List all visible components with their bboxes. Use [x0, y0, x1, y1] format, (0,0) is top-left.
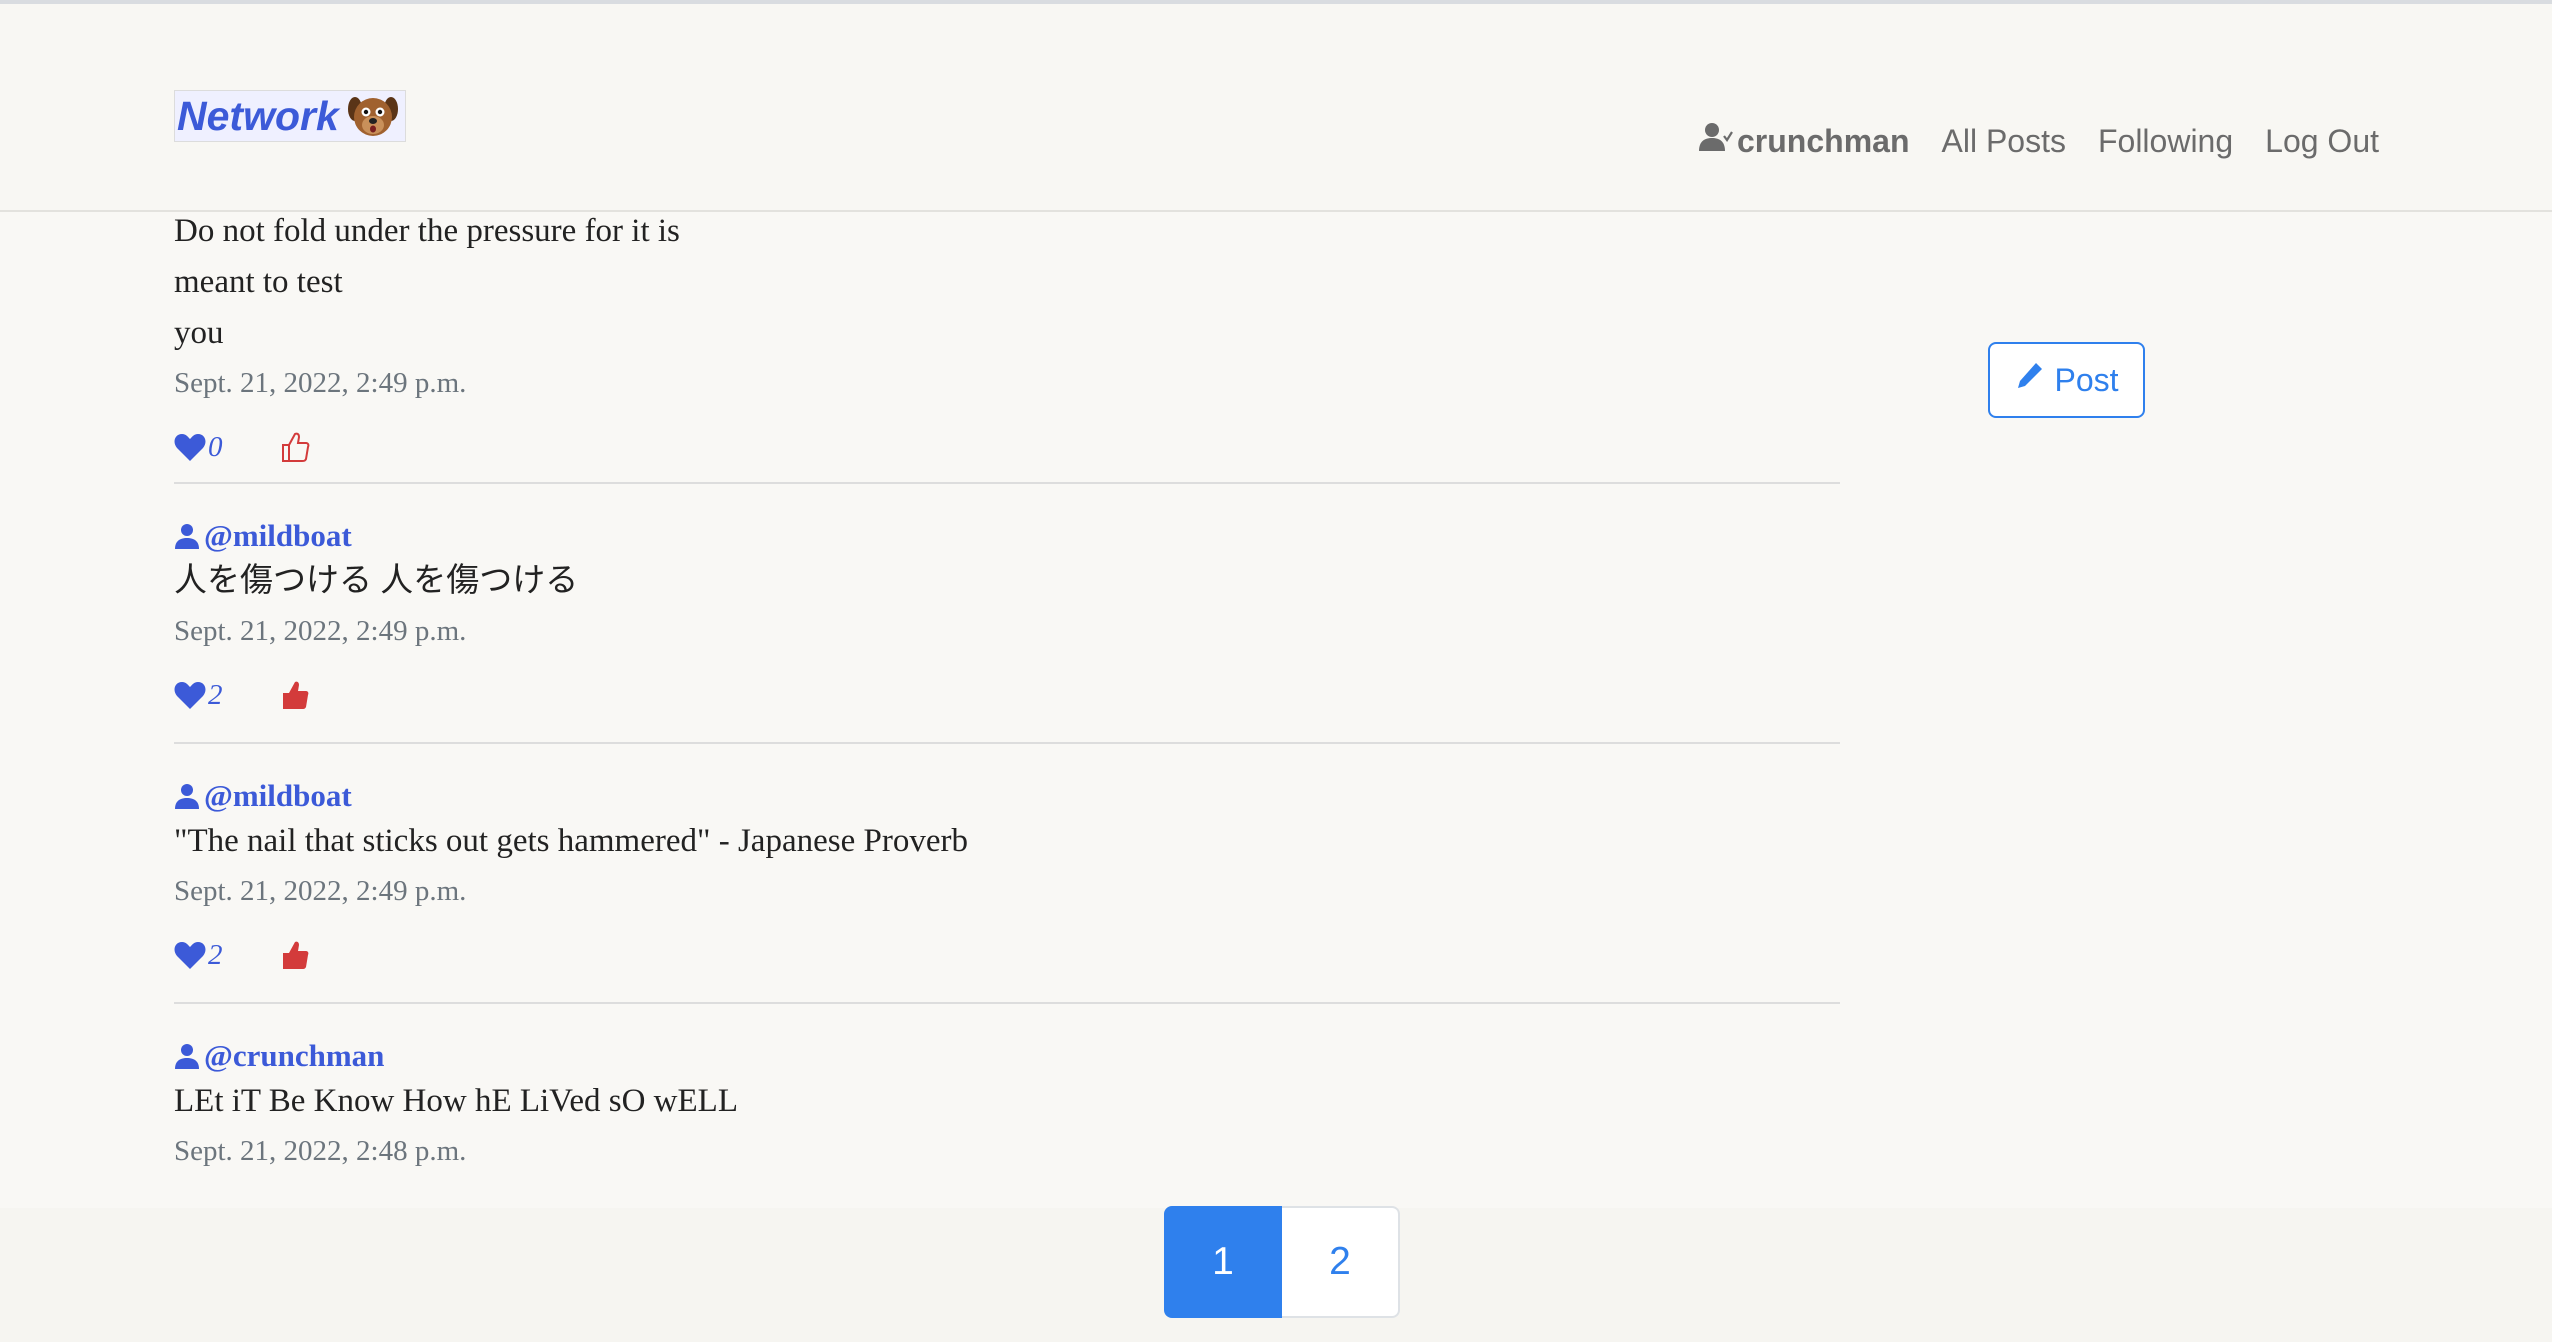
thumbs-up-filled-icon[interactable]	[280, 679, 310, 711]
post-actions: 0	[174, 419, 1840, 475]
page-1-button[interactable]: 1	[1164, 1206, 1282, 1318]
page-2-button[interactable]: 2	[1282, 1206, 1400, 1318]
post-content-line: you	[174, 315, 224, 351]
post-author-name: @crunchman	[204, 1038, 385, 1073]
post-content-line: "The nail that sticks out gets hammered"…	[174, 823, 968, 859]
post-date: Sept. 21, 2022, 2:48 p.m.	[174, 1135, 467, 1167]
post-actions: 2	[174, 667, 1840, 723]
post-content-line: meant to test	[174, 264, 343, 300]
current-username: crunchman	[1737, 122, 1910, 159]
like-count: 0	[208, 430, 223, 463]
pencil-icon	[2014, 361, 2044, 399]
post-content-line: Do not fold under the pressure for it is	[174, 213, 680, 249]
post-author[interactable]: @mildboat	[174, 516, 1840, 556]
post-date: Sept. 21, 2022, 2:49 p.m.	[174, 367, 467, 399]
brand-logo[interactable]: Network	[174, 90, 406, 142]
post-content-line: 人を傷つける 人を傷つける	[174, 563, 579, 599]
thumbs-up-filled-icon[interactable]	[280, 939, 310, 971]
nav-all-posts[interactable]: All Posts	[1941, 123, 2065, 160]
pagination: 1 2	[1164, 1206, 1400, 1318]
like-count: 2	[208, 678, 223, 711]
heart-icon	[174, 680, 206, 710]
like-counter: 0	[174, 431, 280, 464]
brand-name: Network	[177, 92, 339, 139]
heart-icon	[174, 432, 206, 462]
like-count: 2	[208, 938, 223, 971]
new-post-button[interactable]: Post	[1988, 342, 2145, 418]
nav-log-out[interactable]: Log Out	[2265, 123, 2379, 160]
user-check-icon	[1699, 122, 1733, 160]
post-item: @mildboat "The nail that sticks out gets…	[174, 776, 1840, 1004]
post-author[interactable]: @crunchman	[174, 1036, 1840, 1076]
post-item: @mildboat 人を傷つける 人を傷つける Sept. 21, 2022, …	[174, 516, 1840, 744]
post-content: LEt iT Be Know How hE LiVed sO wELL	[174, 1076, 1840, 1127]
post-date: Sept. 21, 2022, 2:49 p.m.	[174, 615, 467, 647]
like-counter: 2	[174, 939, 280, 972]
post-content: 人を傷つける 人を傷つける	[174, 556, 1840, 607]
user-icon	[174, 523, 200, 549]
heart-icon	[174, 940, 206, 970]
post-item: @crunchman LEt iT Be Know How hE LiVed s…	[174, 1036, 1840, 1206]
thumbs-up-outline-icon[interactable]	[280, 431, 310, 463]
post-button-label: Post	[2054, 361, 2119, 398]
post-content: "The nail that sticks out gets hammered"…	[174, 816, 1840, 867]
user-icon	[174, 783, 200, 809]
post-actions: 2	[174, 927, 1840, 983]
nav-following[interactable]: Following	[2098, 123, 2233, 160]
post-author-name: @mildboat	[204, 778, 352, 813]
dog-icon	[347, 93, 399, 139]
user-icon	[174, 1043, 200, 1069]
post-author[interactable]: @mildboat	[174, 776, 1840, 816]
navbar: Network crunchman All Posts Following Lo…	[0, 4, 2552, 212]
post-item: Do not fold under the pressure for it is…	[174, 206, 1840, 484]
current-user[interactable]: crunchman	[1699, 122, 1909, 160]
post-content: Do not fold under the pressure for it is…	[174, 206, 1840, 359]
like-counter: 2	[174, 679, 280, 712]
post-content-line: LEt iT Be Know How hE LiVed sO wELL	[174, 1083, 738, 1119]
nav-links: crunchman All Posts Following Log Out	[1699, 122, 2379, 160]
post-author-name: @mildboat	[204, 518, 352, 553]
post-date: Sept. 21, 2022, 2:49 p.m.	[174, 875, 467, 907]
